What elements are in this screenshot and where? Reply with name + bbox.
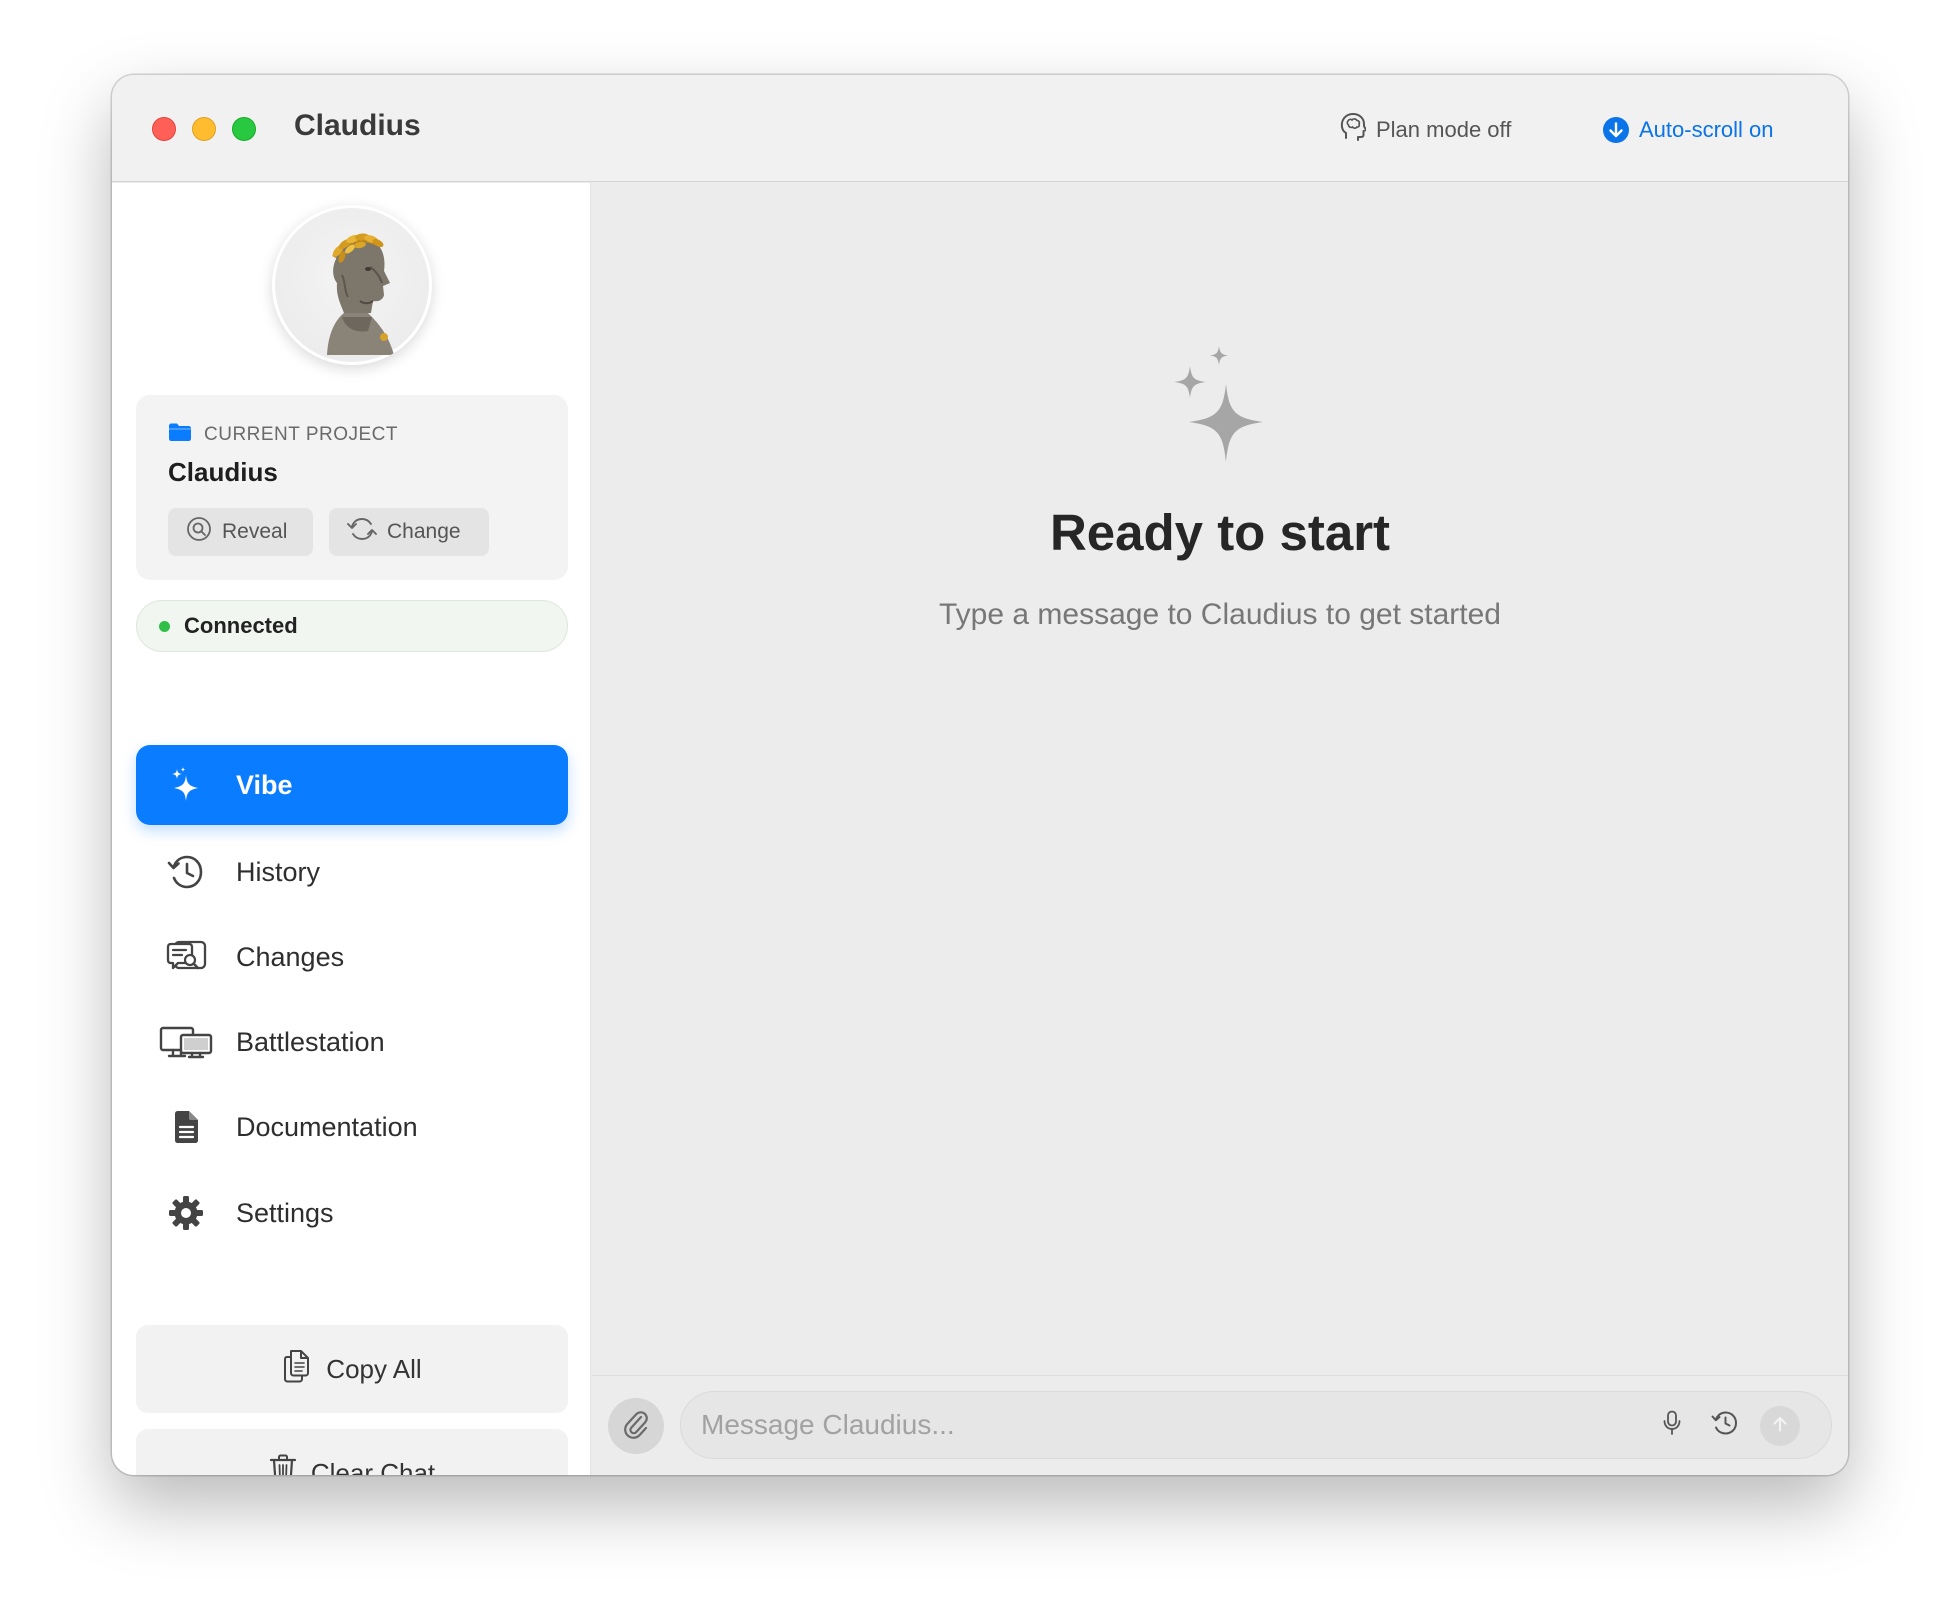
arrow-up-icon (1773, 1416, 1787, 1437)
nav-label-settings: Settings (236, 1197, 334, 1228)
change-label: Change (387, 520, 461, 543)
nav-item-documentation[interactable]: Documentation (136, 1087, 568, 1167)
nav-label-vibe: Vibe (236, 769, 293, 800)
title-bar: Claudius Plan mode off Auto-scroll on (112, 75, 1848, 182)
chat-area: Ready to start Type a message to Claudiu… (592, 183, 1848, 1475)
plan-mode-label: Plan mode off (1376, 117, 1512, 142)
message-composer (592, 1375, 1848, 1475)
history-icon (136, 854, 236, 890)
close-window-button[interactable] (152, 117, 176, 141)
nav-item-battlestation[interactable]: Battlestation (136, 1002, 568, 1082)
reveal-label: Reveal (222, 520, 288, 543)
copy-all-button[interactable]: Copy All (136, 1325, 568, 1413)
project-name: Claudius (168, 457, 278, 487)
magnifier-circle-icon (186, 516, 212, 548)
window-title: Claudius (294, 109, 421, 142)
history-icon (1711, 1410, 1739, 1441)
plan-mode-toggle[interactable]: Plan mode off (1340, 112, 1511, 148)
nav-item-history[interactable]: History (136, 832, 568, 912)
clear-chat-label: Clear Chat (310, 1457, 436, 1476)
connection-status-badge: Connected (136, 600, 568, 652)
minimize-window-button[interactable] (192, 117, 216, 141)
status-dot-icon (159, 620, 170, 632)
brain-head-icon (1340, 112, 1367, 148)
microphone-button[interactable] (1657, 1410, 1687, 1440)
auto-scroll-label: Auto-scroll on (1639, 117, 1774, 142)
nav-label-documentation: Documentation (236, 1111, 418, 1142)
copy-all-label: Copy All (326, 1353, 422, 1384)
copy-documents-icon (282, 1348, 312, 1391)
clear-chat-button[interactable]: Clear Chat (136, 1429, 568, 1475)
nav-item-settings[interactable]: Settings (136, 1173, 568, 1253)
document-icon (136, 1109, 236, 1145)
current-project-label: CURRENT PROJECT (204, 424, 398, 445)
battlestation-icon (136, 1025, 236, 1059)
reveal-button[interactable]: Reveal (168, 508, 313, 556)
prompt-history-button[interactable] (1710, 1410, 1740, 1440)
paperclip-icon (623, 1409, 649, 1444)
nav-label-changes: Changes (236, 941, 345, 972)
app-window: Claudius Plan mode off Auto-scroll on CU… (112, 75, 1848, 1475)
sparkles-icon (1163, 346, 1273, 481)
folder-icon (168, 422, 192, 448)
nav-label-history: History (236, 856, 321, 887)
arrow-down-circle-icon (1603, 117, 1629, 143)
sparkles-icon (136, 767, 236, 803)
changes-icon (136, 940, 236, 974)
avatar (272, 205, 432, 365)
empty-state-subtitle: Type a message to Claudius to get starte… (939, 598, 1501, 631)
sidebar: CURRENT PROJECT Claudius Reveal Change C… (112, 183, 591, 1475)
nav-label-battlestation: Battlestation (236, 1026, 385, 1057)
current-project-card: CURRENT PROJECT Claudius Reveal Change (136, 395, 568, 580)
send-button[interactable] (1760, 1406, 1800, 1446)
empty-state-title: Ready to start (1049, 504, 1391, 561)
current-project-header: CURRENT PROJECT (168, 422, 398, 448)
connection-status-label: Connected (184, 613, 298, 638)
zoom-window-button[interactable] (232, 117, 256, 141)
nav-item-changes[interactable]: Changes (136, 917, 568, 997)
gear-icon (136, 1195, 236, 1231)
auto-scroll-toggle[interactable]: Auto-scroll on (1603, 112, 1774, 148)
microphone-icon (1662, 1410, 1682, 1441)
trash-icon (269, 1454, 297, 1475)
nav-item-vibe[interactable]: Vibe (136, 745, 568, 825)
change-button[interactable]: Change (329, 508, 489, 556)
refresh-icon (347, 516, 377, 548)
attach-button[interactable] (608, 1398, 664, 1454)
